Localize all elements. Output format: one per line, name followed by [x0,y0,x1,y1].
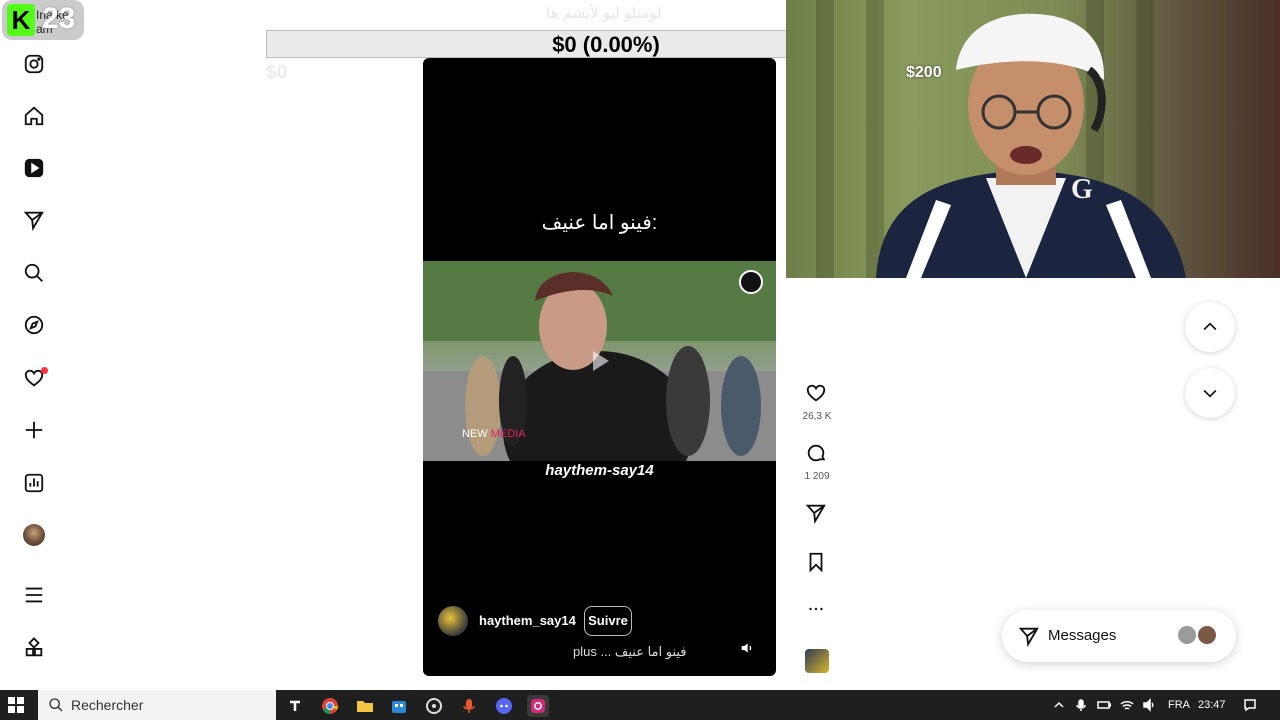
taskbar-search-placeholder: Rechercher [71,697,144,713]
taskbar: Rechercher FRA 23:47 [0,690,1280,720]
instagram-logo-icon[interactable] [22,52,46,76]
share-icon[interactable] [805,502,829,526]
microphone-tray-icon[interactable] [1074,698,1088,712]
next-reel-button[interactable] [1185,368,1235,418]
home-icon[interactable] [22,104,46,128]
chevron-up-tray-icon[interactable] [1052,698,1066,712]
taskbar-clock[interactable]: 23:47 [1198,699,1226,711]
messages-button[interactable]: Messages [1002,610,1236,662]
more-options-icon[interactable] [805,598,829,622]
dashboard-icon[interactable] [22,471,46,495]
brand-watermark-icon [739,270,763,294]
sidebar [0,0,68,690]
like-icon[interactable] [805,382,829,406]
file-explorer-icon[interactable] [354,695,376,717]
donation-title: لوميلو ليو لأنشم ها [546,5,662,22]
wifi-icon[interactable] [1120,698,1134,712]
chevron-up-icon [1203,322,1217,331]
watermark-part-a: NEW [462,428,491,440]
message-avatar [1196,624,1218,646]
reel-player[interactable]: فينو اما عنيف: NEW MEDIA haythem-say14 h… [423,58,776,676]
reel-caption: فينو اما عنيف: [541,212,658,234]
search-icon[interactable] [22,261,46,285]
volume-tray-icon[interactable] [1142,698,1156,712]
send-icon[interactable] [22,208,46,232]
notification-dot [41,367,48,374]
notification-center-icon[interactable] [1243,698,1257,712]
instagram-app-icon[interactable] [527,695,549,717]
donation-progress-text: $0 (0.00%) [552,32,660,57]
tiktok-live-icon[interactable] [284,695,306,717]
messages-label: Messages [1048,627,1117,644]
comment-icon[interactable] [805,442,829,466]
language-indicator[interactable]: FRA [1168,699,1190,711]
chrome-icon[interactable] [319,695,341,717]
audio-thumbnail[interactable] [805,649,829,673]
search-icon [48,697,64,713]
like-count: 26,3 K [802,411,832,422]
svg-text:G: G [1071,174,1093,205]
battery-icon[interactable] [1097,698,1112,712]
reel-username-overlay: haythem-say14 [545,462,654,479]
save-bookmark-icon[interactable] [805,551,829,575]
volume-icon[interactable] [739,640,757,658]
streamer-figure: G [876,13,1186,278]
donation-goal: $200 [906,64,942,81]
also-from-meta-icon[interactable] [22,636,46,660]
explore-icon[interactable] [22,313,46,337]
obs-icon[interactable] [423,695,445,717]
donation-start-value: $0 [266,62,288,83]
previous-reel-button[interactable] [1185,302,1235,352]
news-watermark: NEW MEDIA [462,428,526,440]
watermark-part-b: MEDIA [490,428,526,440]
messages-send-icon [1018,625,1040,648]
chevron-down-icon [1203,389,1217,398]
taskbar-search[interactable]: Rechercher [38,690,276,720]
message-avatar [1176,624,1198,646]
follow-button[interactable]: Suivre [584,606,632,636]
author-avatar[interactable] [438,606,468,636]
windows-start-icon[interactable] [8,697,24,713]
webcam-feed: G [786,0,1280,278]
create-plus-icon[interactable] [22,418,46,442]
reels-icon[interactable] [22,156,46,180]
menu-icon[interactable] [22,583,46,607]
store-icon[interactable] [388,695,410,717]
comment-count: 1 209 [804,471,830,482]
author-username[interactable]: haythem_say14 [479,613,576,628]
microphone-app-icon[interactable] [458,695,480,717]
discord-icon[interactable] [493,695,515,717]
profile-avatar-icon[interactable] [22,523,46,547]
